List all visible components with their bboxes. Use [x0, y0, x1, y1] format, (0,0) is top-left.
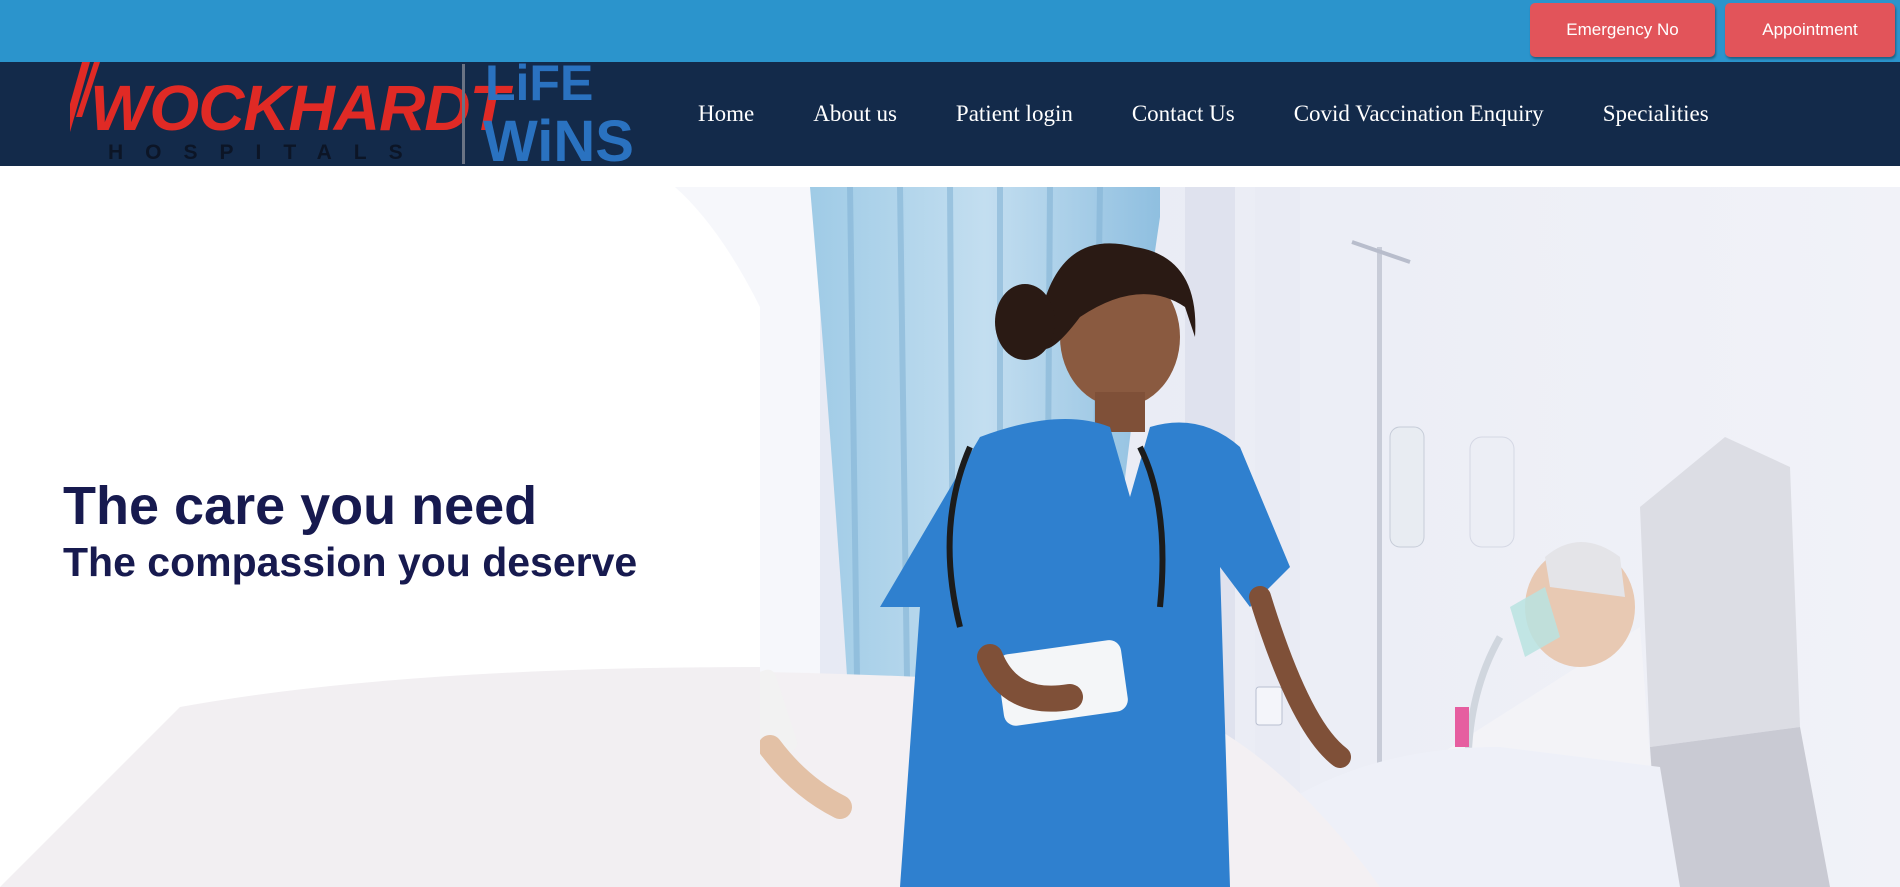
nav-about-us[interactable]: About us — [813, 101, 897, 127]
main-navbar: WOCKHARDT HOSPITALS LiFE WiNS Home About… — [0, 62, 1900, 166]
logo-slogan-top: LiFE — [485, 62, 593, 111]
hero-title: The care you need — [63, 476, 538, 536]
hero-image — [0, 187, 1900, 887]
primary-nav: Home About us Patient login Contact Us C… — [698, 62, 1709, 166]
monitor-stand — [1650, 727, 1830, 887]
nav-patient-login[interactable]: Patient login — [956, 101, 1073, 127]
nav-specialities[interactable]: Specialities — [1603, 101, 1709, 127]
iv-bag — [1469, 436, 1515, 548]
wockhardt-logo[interactable]: WOCKHARDT HOSPITALS LiFE WiNS — [70, 62, 640, 166]
nurse-bun — [995, 284, 1055, 360]
logo-tagline-text: HOSPITALS — [108, 141, 425, 164]
iv-bag — [1389, 426, 1425, 548]
nav-home[interactable]: Home — [698, 101, 754, 127]
tube-valve — [1455, 707, 1469, 747]
nav-contact-us[interactable]: Contact Us — [1132, 101, 1235, 127]
wall-outlet — [1255, 686, 1283, 726]
logo-slogan-bottom: WiNS — [483, 109, 634, 166]
top-bar: Emergency No Appointment — [0, 0, 1900, 62]
appointment-button[interactable]: Appointment — [1725, 3, 1895, 57]
emergency-number-button[interactable]: Emergency No — [1530, 3, 1715, 57]
hero-subtitle: The compassion you deserve — [63, 539, 638, 585]
logo-brand-text: WOCKHARDT — [90, 72, 514, 144]
hero-banner: The care you need The compassion you des… — [0, 187, 1900, 887]
nav-covid-vaccination-enquiry[interactable]: Covid Vaccination Enquiry — [1294, 101, 1544, 127]
logo-divider — [462, 64, 465, 164]
